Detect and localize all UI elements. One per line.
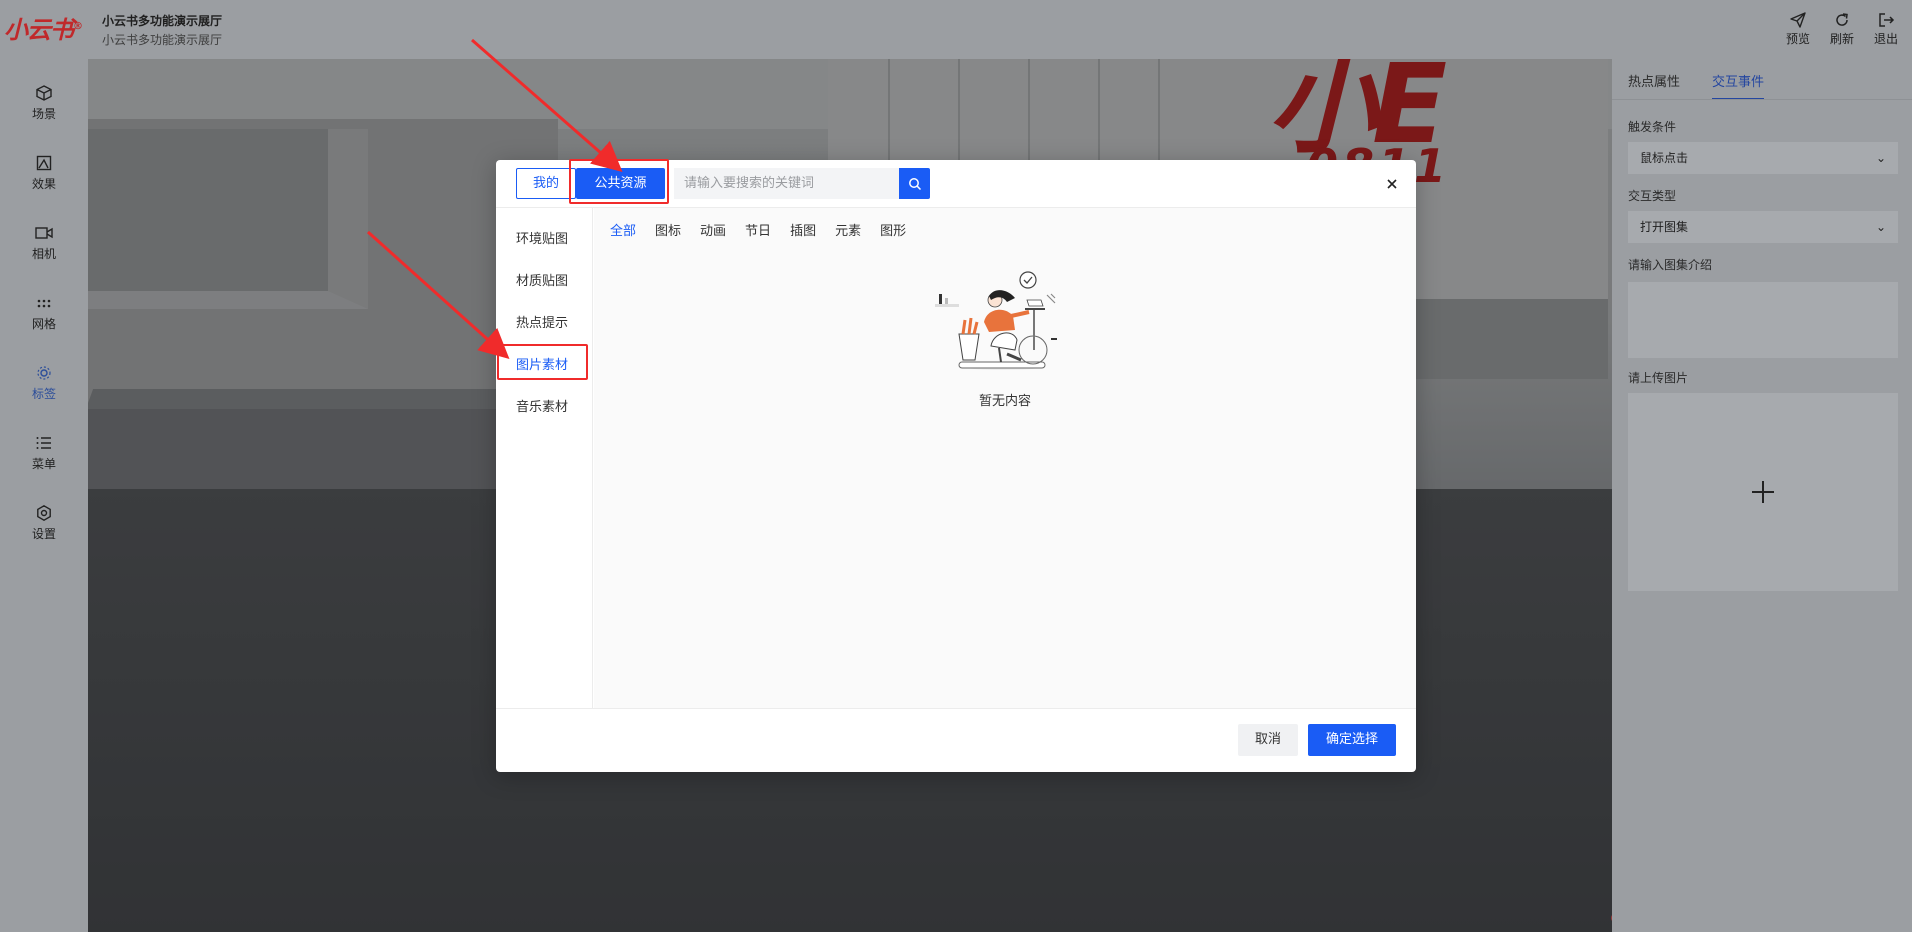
category-elements[interactable]: 元素 bbox=[835, 220, 861, 239]
interaction-type-value: 打开图集 bbox=[1640, 220, 1689, 234]
project-subtitle: 小云书多功能演示展厅 bbox=[102, 33, 223, 47]
category-icons[interactable]: 图标 bbox=[655, 220, 681, 239]
tag-icon bbox=[0, 361, 88, 385]
sidebar-item-environment-map[interactable]: 环境贴图 bbox=[516, 228, 568, 247]
search-icon bbox=[908, 177, 921, 190]
logout-icon bbox=[1870, 10, 1902, 30]
trigger-value: 鼠标点击 bbox=[1640, 151, 1689, 165]
divider bbox=[1612, 99, 1912, 100]
nav-item-label: 网格 bbox=[31, 317, 56, 331]
right-panel: 热点属性 交互事件 触发条件 鼠标点击 ⌄ 交互类型 打开图集 ⌄ 请输入图集介… bbox=[1612, 59, 1912, 932]
sidebar-item-material-map[interactable]: 材质贴图 bbox=[516, 270, 568, 289]
sidebar-item-hotspot-hint[interactable]: 热点提示 bbox=[516, 312, 568, 331]
grid-icon bbox=[0, 291, 88, 315]
dialog-footer: 取消 确定选择 bbox=[496, 708, 1416, 772]
left-sidebar: 场景 效果 相机 网格 标签 菜单 设置 bbox=[0, 59, 88, 932]
close-icon bbox=[1387, 179, 1397, 189]
trigger-label: 触发条件 bbox=[1628, 120, 1677, 134]
project-title: 小云书多功能演示展厅 bbox=[102, 14, 223, 28]
resource-picker-dialog: 我的 公共资源 环境贴图 材质贴图 热点提示 图片素材 音乐素材 全部 图标 动… bbox=[496, 160, 1416, 772]
nav-item-menu[interactable]: 菜单 bbox=[0, 423, 88, 483]
camera-icon bbox=[0, 221, 88, 245]
gallery-intro-textarea[interactable] bbox=[1628, 282, 1898, 358]
app-logo: 小云书® bbox=[4, 10, 83, 45]
nav-item-label: 设置 bbox=[31, 527, 56, 541]
category-all[interactable]: 全部 bbox=[610, 220, 636, 239]
nav-item-settings[interactable]: 设置 bbox=[0, 493, 88, 553]
nav-item-effect[interactable]: 效果 bbox=[0, 143, 88, 203]
top-bar: 小云书® 小云书多功能演示展厅 小云书多功能演示展厅 预览 刷新 退出 bbox=[0, 0, 1912, 59]
image-effect-icon bbox=[0, 151, 88, 175]
resource-content-area: 全部 图标 动画 节日 插图 元素 图形 暂无内容 bbox=[594, 208, 1416, 708]
nav-item-label: 标签 bbox=[31, 387, 56, 401]
confirm-select-button[interactable]: 确定选择 bbox=[1308, 724, 1396, 756]
category-illustration[interactable]: 插图 bbox=[790, 220, 816, 239]
category-holiday[interactable]: 节日 bbox=[745, 220, 771, 239]
category-animation[interactable]: 动画 bbox=[700, 220, 726, 239]
logout-button[interactable]: 退出 bbox=[1870, 10, 1902, 47]
interaction-type-label: 交互类型 bbox=[1628, 189, 1677, 203]
cancel-button[interactable]: 取消 bbox=[1238, 724, 1298, 756]
chevron-down-icon: ⌄ bbox=[1875, 151, 1886, 165]
upload-label: 请上传图片 bbox=[1628, 371, 1689, 385]
preview-label: 预览 bbox=[1785, 32, 1810, 46]
interaction-type-select[interactable]: 打开图集 ⌄ bbox=[1628, 211, 1898, 243]
refresh-icon bbox=[1826, 10, 1858, 30]
dialog-close-button[interactable] bbox=[1382, 174, 1402, 194]
nav-item-label: 场景 bbox=[31, 107, 56, 121]
highlight-box-image-assets bbox=[497, 344, 588, 380]
nav-item-camera[interactable]: 相机 bbox=[0, 213, 88, 273]
tab-hotspot-properties[interactable]: 热点属性 bbox=[1628, 71, 1680, 100]
image-upload-area[interactable] bbox=[1628, 393, 1898, 591]
axis-gizmo[interactable]: Y Z bbox=[1600, 885, 1612, 932]
empty-state-text: 暂无内容 bbox=[978, 394, 1031, 409]
category-filter-bar: 全部 图标 动画 节日 插图 元素 图形 bbox=[610, 220, 906, 239]
logout-label: 退出 bbox=[1873, 32, 1898, 46]
search-input[interactable] bbox=[674, 168, 899, 199]
logo-text: 小云书 bbox=[4, 16, 74, 44]
cube-icon bbox=[0, 81, 88, 105]
nav-item-grid[interactable]: 网格 bbox=[0, 283, 88, 343]
highlight-box-public-resources bbox=[569, 159, 669, 204]
nav-item-label: 相机 bbox=[31, 247, 56, 261]
refresh-label: 刷新 bbox=[1829, 32, 1854, 46]
empty-state-illustration bbox=[935, 271, 1057, 370]
sidebar-item-music-assets[interactable]: 音乐素材 bbox=[516, 396, 568, 415]
send-icon bbox=[1782, 10, 1814, 30]
gear-icon bbox=[0, 501, 88, 525]
preview-button[interactable]: 预览 bbox=[1782, 10, 1814, 47]
tab-interaction-events[interactable]: 交互事件 bbox=[1712, 71, 1765, 100]
nav-item-scene[interactable]: 场景 bbox=[0, 73, 88, 133]
refresh-button[interactable]: 刷新 bbox=[1826, 10, 1858, 47]
nav-item-tag[interactable]: 标签 bbox=[0, 353, 88, 413]
chevron-down-icon: ⌄ bbox=[1875, 220, 1886, 234]
resource-category-sidebar: 环境贴图 材质贴图 热点提示 图片素材 音乐素材 bbox=[496, 208, 593, 708]
trigger-select[interactable]: 鼠标点击 ⌄ bbox=[1628, 142, 1898, 174]
nav-item-label: 菜单 bbox=[31, 457, 56, 471]
search-button[interactable] bbox=[899, 168, 930, 199]
plus-icon bbox=[1752, 481, 1774, 503]
tab-mine[interactable]: 我的 bbox=[516, 168, 576, 199]
list-icon bbox=[0, 431, 88, 455]
gallery-intro-label: 请输入图集介绍 bbox=[1628, 258, 1713, 272]
category-shapes[interactable]: 图形 bbox=[880, 220, 906, 239]
nav-item-label: 效果 bbox=[31, 177, 56, 191]
registered-mark: ® bbox=[73, 21, 83, 32]
